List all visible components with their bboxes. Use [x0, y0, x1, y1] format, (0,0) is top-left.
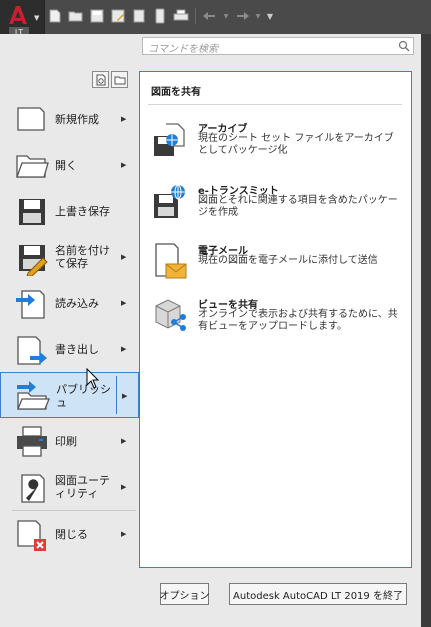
menu-item-label: 名前を付けて保存 — [55, 244, 110, 270]
menu-item-label: 読み込み — [55, 296, 99, 310]
autocad-logo-icon — [9, 6, 27, 24]
search-icon[interactable] — [398, 40, 410, 52]
recent-documents-icon[interactable] — [92, 71, 109, 88]
menu-item-import[interactable]: 読み込み ▶ — [0, 280, 139, 326]
customize-icon[interactable]: ▼ — [265, 7, 275, 25]
options-button[interactable]: オプション — [160, 583, 210, 605]
undo-dropdown-icon[interactable]: ▼ — [222, 7, 230, 25]
menu-item-save[interactable]: 上書き保存 — [0, 188, 139, 234]
mobile-icon[interactable] — [151, 7, 169, 25]
email-icon — [155, 243, 187, 279]
submenu-arrow-icon: ▶ — [121, 530, 127, 538]
publish-submenu-panel: 図面を共有 アーカイブ 現在のシート セット ファイルをアーカイブとしてパッケー… — [139, 71, 412, 568]
menu-item-new[interactable]: 新規作成 ▶ — [0, 96, 139, 142]
submenu-arrow-icon: ▶ — [121, 437, 127, 445]
redo-icon[interactable] — [233, 7, 251, 25]
share-view-icon — [155, 299, 186, 331]
wrench-icon — [21, 474, 45, 503]
etransmit-icon — [154, 184, 185, 218]
toolbar-separator — [195, 8, 196, 24]
export-icon — [17, 336, 47, 365]
split-divider — [116, 376, 117, 414]
import-icon — [16, 290, 45, 319]
new-document-icon — [17, 107, 45, 131]
submenu-arrow-icon: ▶ — [121, 161, 127, 169]
close-document-icon — [17, 520, 46, 551]
menu-item-print[interactable]: 印刷 ▶ — [0, 418, 139, 464]
share-view-entry[interactable]: ビューを共有 オンラインで表示および共有するために、共有ビューをアップロードしま… — [152, 296, 407, 342]
open-documents-icon[interactable] — [111, 71, 128, 88]
submenu-arrow-icon: ▶ — [121, 299, 127, 307]
print-icon[interactable] — [172, 7, 190, 25]
entry-description: 現在の図面を電子メールに添付して送信 — [198, 255, 378, 266]
archive-entry[interactable]: アーカイブ 現在のシート セット ファイルをアーカイブとしてパッケージ化 — [152, 120, 407, 166]
menu-item-drawing-utilities[interactable]: 図面ユーティリティ ▶ — [0, 464, 139, 510]
title-bar: LT ▼ ▼ ▼ ▼ — [0, 0, 431, 42]
menu-item-label: 印刷 — [55, 434, 77, 448]
exit-button[interactable]: Autodesk AutoCAD LT 2019 を終了 — [229, 583, 407, 605]
submenu-arrow-icon: ▶ — [121, 345, 127, 353]
document-view-buttons — [92, 71, 128, 88]
menu-item-label: 閉じる — [55, 527, 88, 541]
application-menu-panel: コマンドを検索 新規作成 ▶ 開く ▶ 上書き保存 名前を付けて保存 ▶ 読み込… — [0, 34, 421, 627]
save-as-icon[interactable] — [109, 7, 127, 25]
redo-dropdown-icon[interactable]: ▼ — [254, 7, 262, 25]
save-icon[interactable] — [88, 7, 106, 25]
archive-icon — [154, 123, 185, 156]
menu-item-label: 図面ユーティリティ — [55, 474, 110, 500]
new-icon[interactable] — [46, 7, 64, 25]
submenu-title: 図面を共有 — [151, 87, 201, 98]
command-search-input[interactable]: コマンドを検索 — [142, 37, 414, 55]
menu-item-label: 上書き保存 — [55, 204, 110, 218]
save-as-icon — [19, 245, 48, 276]
submenu-arrow-icon: ▶ — [121, 115, 127, 123]
quick-access-toolbar: ▼ ▼ ▼ — [46, 3, 275, 29]
menu-item-open[interactable]: 開く ▶ — [0, 142, 139, 188]
chevron-down-icon: ▼ — [34, 14, 40, 22]
menu-item-label: 新規作成 — [55, 112, 99, 126]
submenu-arrow-icon: ▶ — [121, 483, 127, 491]
email-entry[interactable]: 電子メール 現在の図面を電子メールに添付して送信 — [152, 242, 407, 288]
undo-icon[interactable] — [201, 7, 219, 25]
search-placeholder: コマンドを検索 — [148, 44, 218, 55]
application-menu-list: 新規作成 ▶ 開く ▶ 上書き保存 名前を付けて保存 ▶ 読み込み ▶ 書き出し… — [0, 96, 139, 557]
entry-description: 図面とそれに関連する項目を含めたパッケージを作成 — [198, 195, 398, 218]
printer-icon — [17, 426, 47, 457]
application-menu-window: LT ▼ ▼ ▼ ▼ コマンドを検索 新規作成 ▶ 開く ▶ 上書き保存 名前を… — [0, 0, 431, 627]
mouse-cursor-icon — [86, 368, 100, 389]
submenu-arrow-icon: ▶ — [121, 253, 127, 261]
entry-description: オンラインで表示および共有するために、共有ビューをアップロードします。 — [198, 309, 398, 332]
menu-item-label: 開く — [55, 158, 77, 172]
etransmit-entry[interactable]: e-トランスミット 図面とそれに関連する項目を含めたパッケージを作成 — [152, 182, 407, 228]
menu-item-publish[interactable]: パブリッシュ ▶ — [0, 372, 139, 418]
save-disk-icon — [19, 199, 45, 225]
menu-item-save-as[interactable]: 名前を付けて保存 ▶ — [0, 234, 139, 280]
submenu-arrow-icon[interactable]: ▶ — [122, 392, 127, 400]
open-folder-icon — [16, 155, 49, 178]
open-icon[interactable] — [67, 7, 85, 25]
publish-icon[interactable] — [130, 7, 148, 25]
publish-icon — [17, 381, 50, 410]
submenu-title-divider — [148, 104, 402, 105]
menu-item-export[interactable]: 書き出し ▶ — [0, 326, 139, 372]
menu-item-label: 書き出し — [55, 342, 99, 356]
entry-description: 現在のシート セット ファイルをアーカイブとしてパッケージ化 — [198, 133, 394, 156]
menu-item-close[interactable]: 閉じる ▶ — [0, 511, 139, 557]
